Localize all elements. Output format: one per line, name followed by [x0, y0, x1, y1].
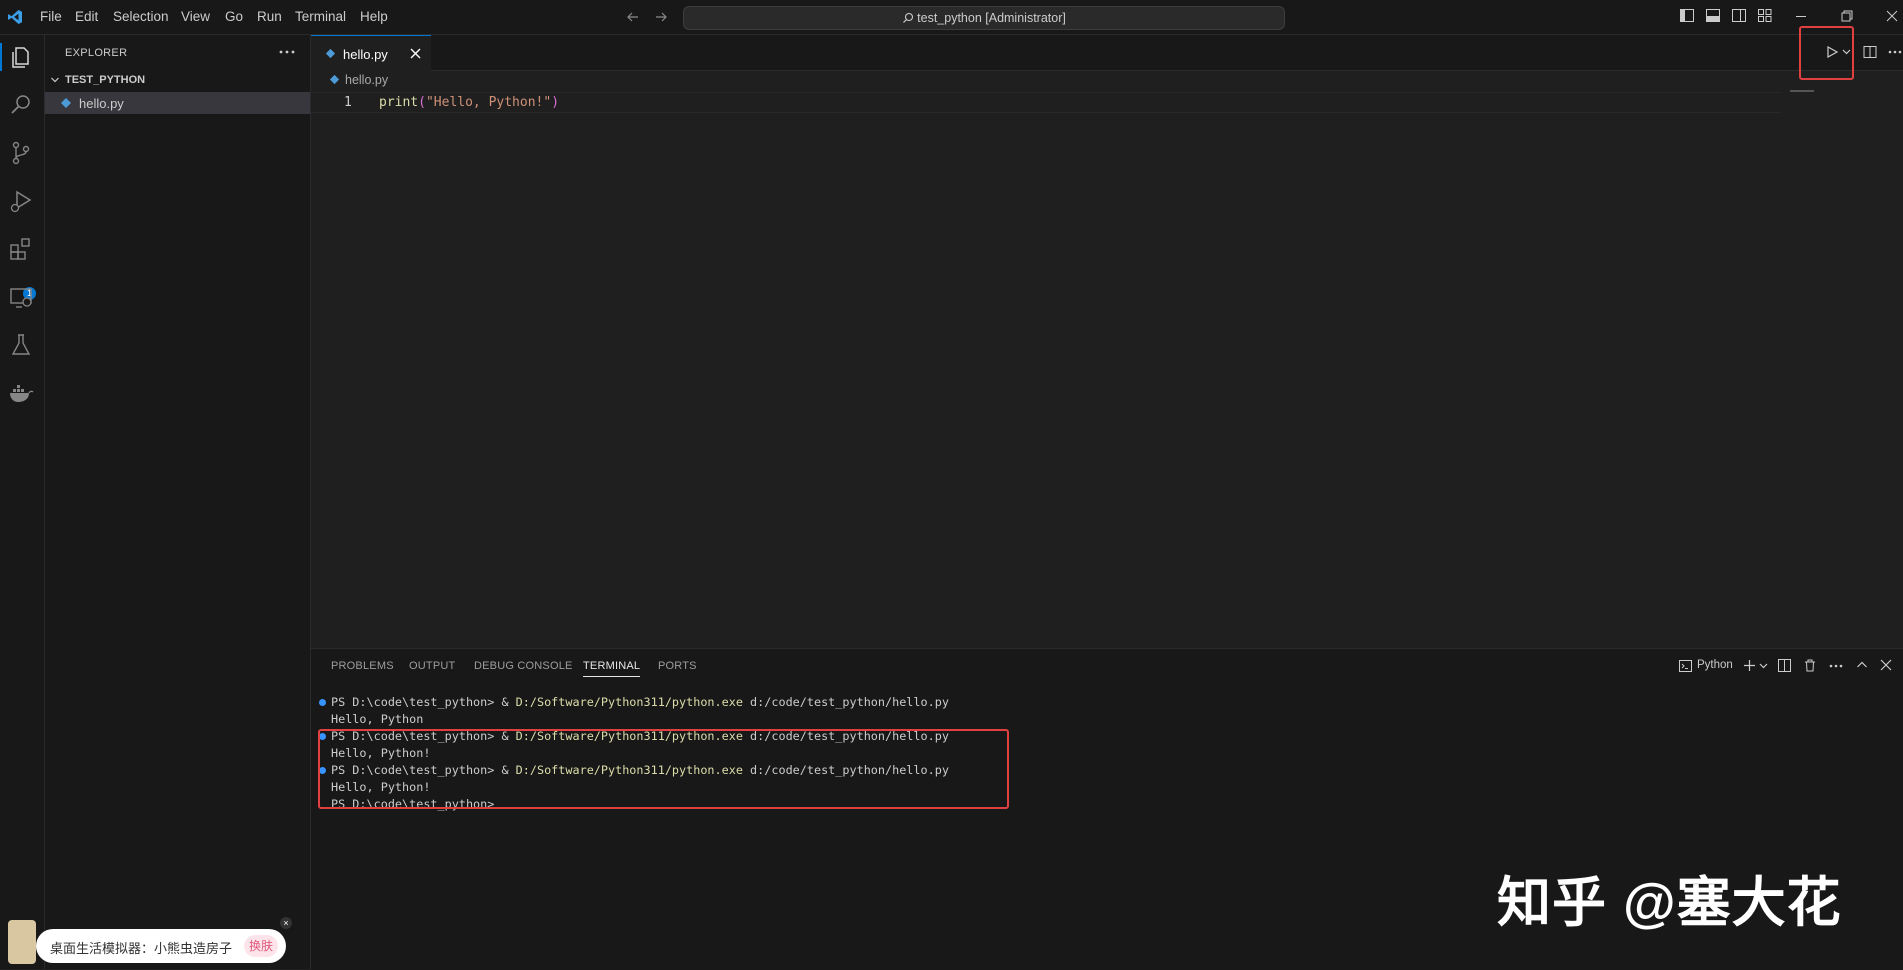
terminal-exe: D:/Software/Python311/python.exe: [515, 695, 743, 709]
editor-more-actions-icon[interactable]: [1888, 50, 1902, 54]
menu-edit[interactable]: Edit: [75, 9, 98, 24]
toggle-secondary-sidebar-icon[interactable]: [1732, 9, 1746, 22]
close-window-icon[interactable]: [1886, 10, 1898, 22]
toast-text: 桌面生活模拟器：小熊虫造房子: [50, 941, 233, 956]
extensions-icon[interactable]: [7, 235, 35, 263]
code-paren-close: ): [551, 95, 560, 110]
source-control-icon[interactable]: [7, 139, 35, 167]
panel-tab-ports[interactable]: PORTS: [658, 660, 697, 672]
activity-bar: 1: [0, 35, 45, 969]
close-panel-icon[interactable]: [1880, 659, 1892, 671]
terminal-prompt: PS D:\code\test_python> &: [331, 695, 516, 709]
code-string: "Hello, Python!": [425, 95, 552, 110]
command-center-search[interactable]: test_python [Administrator]: [683, 6, 1285, 30]
testing-icon[interactable]: [7, 331, 35, 359]
tab-label: hello.py: [343, 47, 388, 62]
back-arrow-icon[interactable]: [626, 10, 640, 24]
code-paren-open: (: [418, 95, 426, 110]
terminal-output: Hello, Python: [331, 712, 424, 726]
active-indicator: [0, 43, 2, 71]
menu-run[interactable]: Run: [257, 9, 282, 24]
menu-go[interactable]: Go: [225, 9, 243, 24]
sidebar: EXPLORER TEST_PYTHON hello.py: [45, 35, 311, 969]
editor-tabs-bar: hello.py: [311, 35, 1903, 71]
panel-more-icon[interactable]: [1829, 664, 1843, 668]
folder-label: TEST_PYTHON: [65, 74, 146, 86]
maximize-panel-icon[interactable]: [1856, 660, 1868, 670]
menu-help[interactable]: Help: [360, 9, 388, 24]
trash-icon[interactable]: [1804, 659, 1816, 672]
minimize-icon[interactable]: [1795, 10, 1807, 22]
terminal-arg: d:/code/test_python/hello.py: [742, 695, 949, 709]
menu-selection[interactable]: Selection: [113, 9, 169, 24]
line-number: 1: [344, 95, 352, 110]
restore-icon[interactable]: [1841, 10, 1853, 22]
vscode-logo-icon: [8, 10, 22, 24]
title-bar: File Edit Selection View Go Run Terminal…: [0, 0, 1903, 35]
split-editor-icon[interactable]: [1863, 45, 1877, 59]
file-label: hello.py: [79, 96, 124, 111]
tab-hello-py[interactable]: hello.py: [311, 35, 431, 71]
docker-icon[interactable]: [7, 379, 35, 407]
menu-view[interactable]: View: [181, 9, 210, 24]
customize-layout-icon[interactable]: [1758, 9, 1772, 22]
panel-tab-debug-console[interactable]: DEBUG CONSOLE: [474, 660, 573, 672]
forward-arrow-icon[interactable]: [654, 10, 668, 24]
panel-tab-terminal[interactable]: TERMINAL: [583, 660, 641, 677]
python-file-icon: [325, 48, 336, 59]
python-file-icon: [329, 74, 340, 85]
code-function: print: [379, 95, 419, 110]
terminal-line: PS D:\code\test_python> & D:/Software/Py…: [331, 695, 949, 709]
run-button-highlight: [1799, 26, 1854, 80]
new-terminal-plus-icon[interactable]: [1743, 659, 1756, 672]
search-view-icon[interactable]: [7, 91, 35, 119]
code-text: print("Hello, Python!"): [379, 95, 559, 110]
menu-file[interactable]: File: [40, 9, 62, 24]
minimap[interactable]: [1790, 90, 1814, 92]
more-actions-icon[interactable]: [279, 50, 295, 54]
run-debug-icon[interactable]: [7, 187, 35, 215]
close-tab-icon[interactable]: [410, 48, 421, 59]
search-label: test_python [Administrator]: [917, 11, 1066, 25]
toast-avatar: [8, 920, 36, 964]
explorer-icon[interactable]: [7, 43, 35, 71]
terminal-dropdown-icon[interactable]: [1759, 662, 1768, 670]
terminal-name[interactable]: Python: [1697, 659, 1733, 671]
toggle-panel-icon[interactable]: [1706, 9, 1720, 22]
panel-tab-output[interactable]: OUTPUT: [409, 660, 455, 672]
sidebar-title: EXPLORER: [65, 47, 128, 59]
code-line-1[interactable]: 1 print("Hello, Python!"): [311, 92, 1781, 113]
search-icon: [903, 12, 914, 23]
terminal-output-highlight: [318, 729, 1009, 809]
command-decoration-dot[interactable]: [319, 699, 326, 706]
split-terminal-icon[interactable]: [1778, 659, 1791, 672]
chevron-down-icon: [51, 77, 59, 83]
toast-button[interactable]: 换肤: [244, 935, 278, 957]
watermark: 知乎 @塞大花: [1497, 873, 1842, 933]
folder-test-python[interactable]: TEST_PYTHON: [45, 70, 310, 90]
python-file-icon: [61, 98, 71, 108]
file-hello-py[interactable]: hello.py: [45, 92, 310, 114]
terminal-icon: [1679, 660, 1692, 672]
toast-notification[interactable]: 桌面生活模拟器：小熊虫造房子 换肤: [36, 929, 286, 963]
toast-close-icon[interactable]: ×: [280, 917, 292, 929]
breadcrumb[interactable]: hello.py: [329, 73, 388, 87]
breadcrumb-file: hello.py: [345, 73, 389, 87]
panel-tab-problems[interactable]: PROBLEMS: [331, 660, 394, 672]
remote-explorer-icon[interactable]: [7, 283, 35, 311]
menu-terminal[interactable]: Terminal: [295, 9, 346, 24]
toggle-primary-sidebar-icon[interactable]: [1680, 9, 1694, 22]
